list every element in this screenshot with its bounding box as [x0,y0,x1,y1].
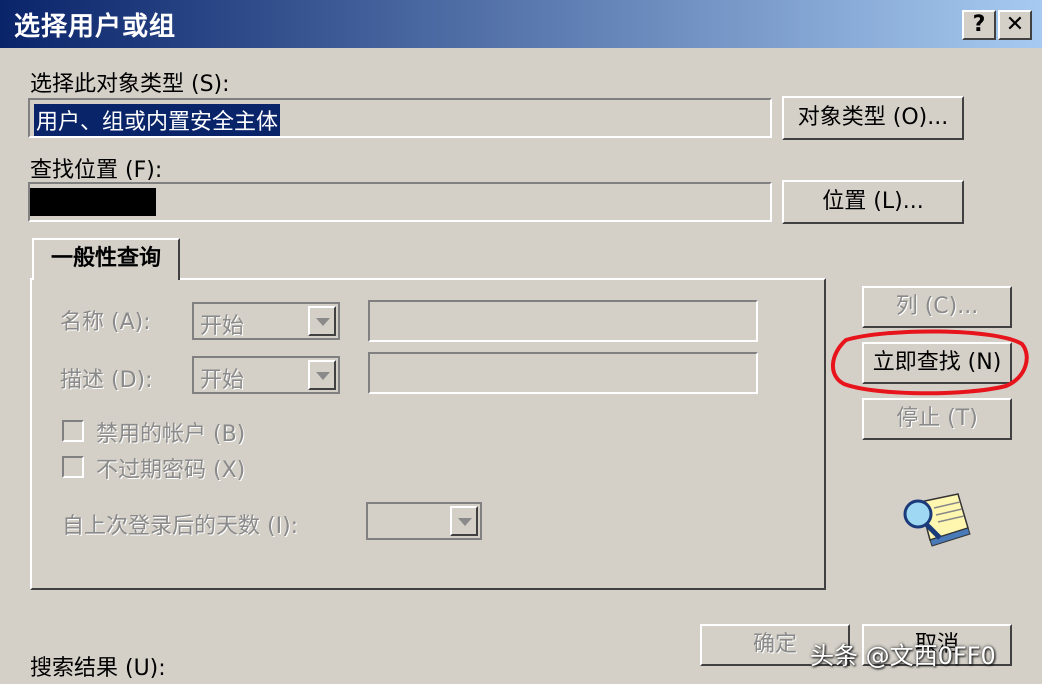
stop-button[interactable]: 停止 (T) [862,398,1012,440]
name-mode-value: 开始 [200,314,245,339]
search-results-label: 搜索结果 (U): [30,656,166,681]
object-type-value: 用户、组或内置安全主体 [34,104,281,136]
chevron-down-icon[interactable] [308,360,336,390]
watermark-text: 头条 @文西0FF0 [810,642,996,670]
location-label: 查找位置 (F): [30,158,163,183]
help-button[interactable]: ? [962,10,996,40]
object-types-button[interactable]: 对象类型 (O)... [782,96,964,140]
days-since-logon-label: 自上次登录后的天数 (I): [62,514,299,539]
columns-button[interactable]: 列 (C)... [862,286,1012,328]
name-mode-select[interactable]: 开始 [192,302,340,340]
location-field [28,182,772,222]
non-expiring-password-checkbox[interactable] [62,456,84,478]
chevron-down-icon[interactable] [308,306,336,336]
description-label: 描述 (D): [60,368,153,393]
non-expiring-password-label: 不过期密码 (X) [96,458,246,483]
redacted-location-value [30,188,156,216]
magnifier-over-list-icon [903,493,971,547]
disabled-accounts-label: 禁用的帐户 (B) [96,422,246,447]
title-bar: 选择用户或组 ? ✕ [0,0,1042,50]
days-since-logon-select[interactable] [366,502,482,540]
close-button[interactable]: ✕ [998,10,1032,40]
locations-button[interactable]: 位置 (L)... [782,180,964,224]
name-input[interactable] [368,300,758,342]
name-label: 名称 (A): [60,310,151,335]
object-type-label: 选择此对象类型 (S): [30,72,230,97]
object-type-field: 用户、组或内置安全主体 [28,98,772,138]
disabled-accounts-checkbox[interactable] [62,420,84,442]
tab-general-query[interactable]: 一般性查询 [32,238,180,280]
chevron-down-icon[interactable] [450,506,478,536]
window-title: 选择用户或组 [14,12,177,42]
highlight-ring-annotation [831,329,1029,396]
description-mode-select[interactable]: 开始 [192,356,340,394]
description-input[interactable] [368,352,758,394]
description-mode-value: 开始 [200,368,245,393]
